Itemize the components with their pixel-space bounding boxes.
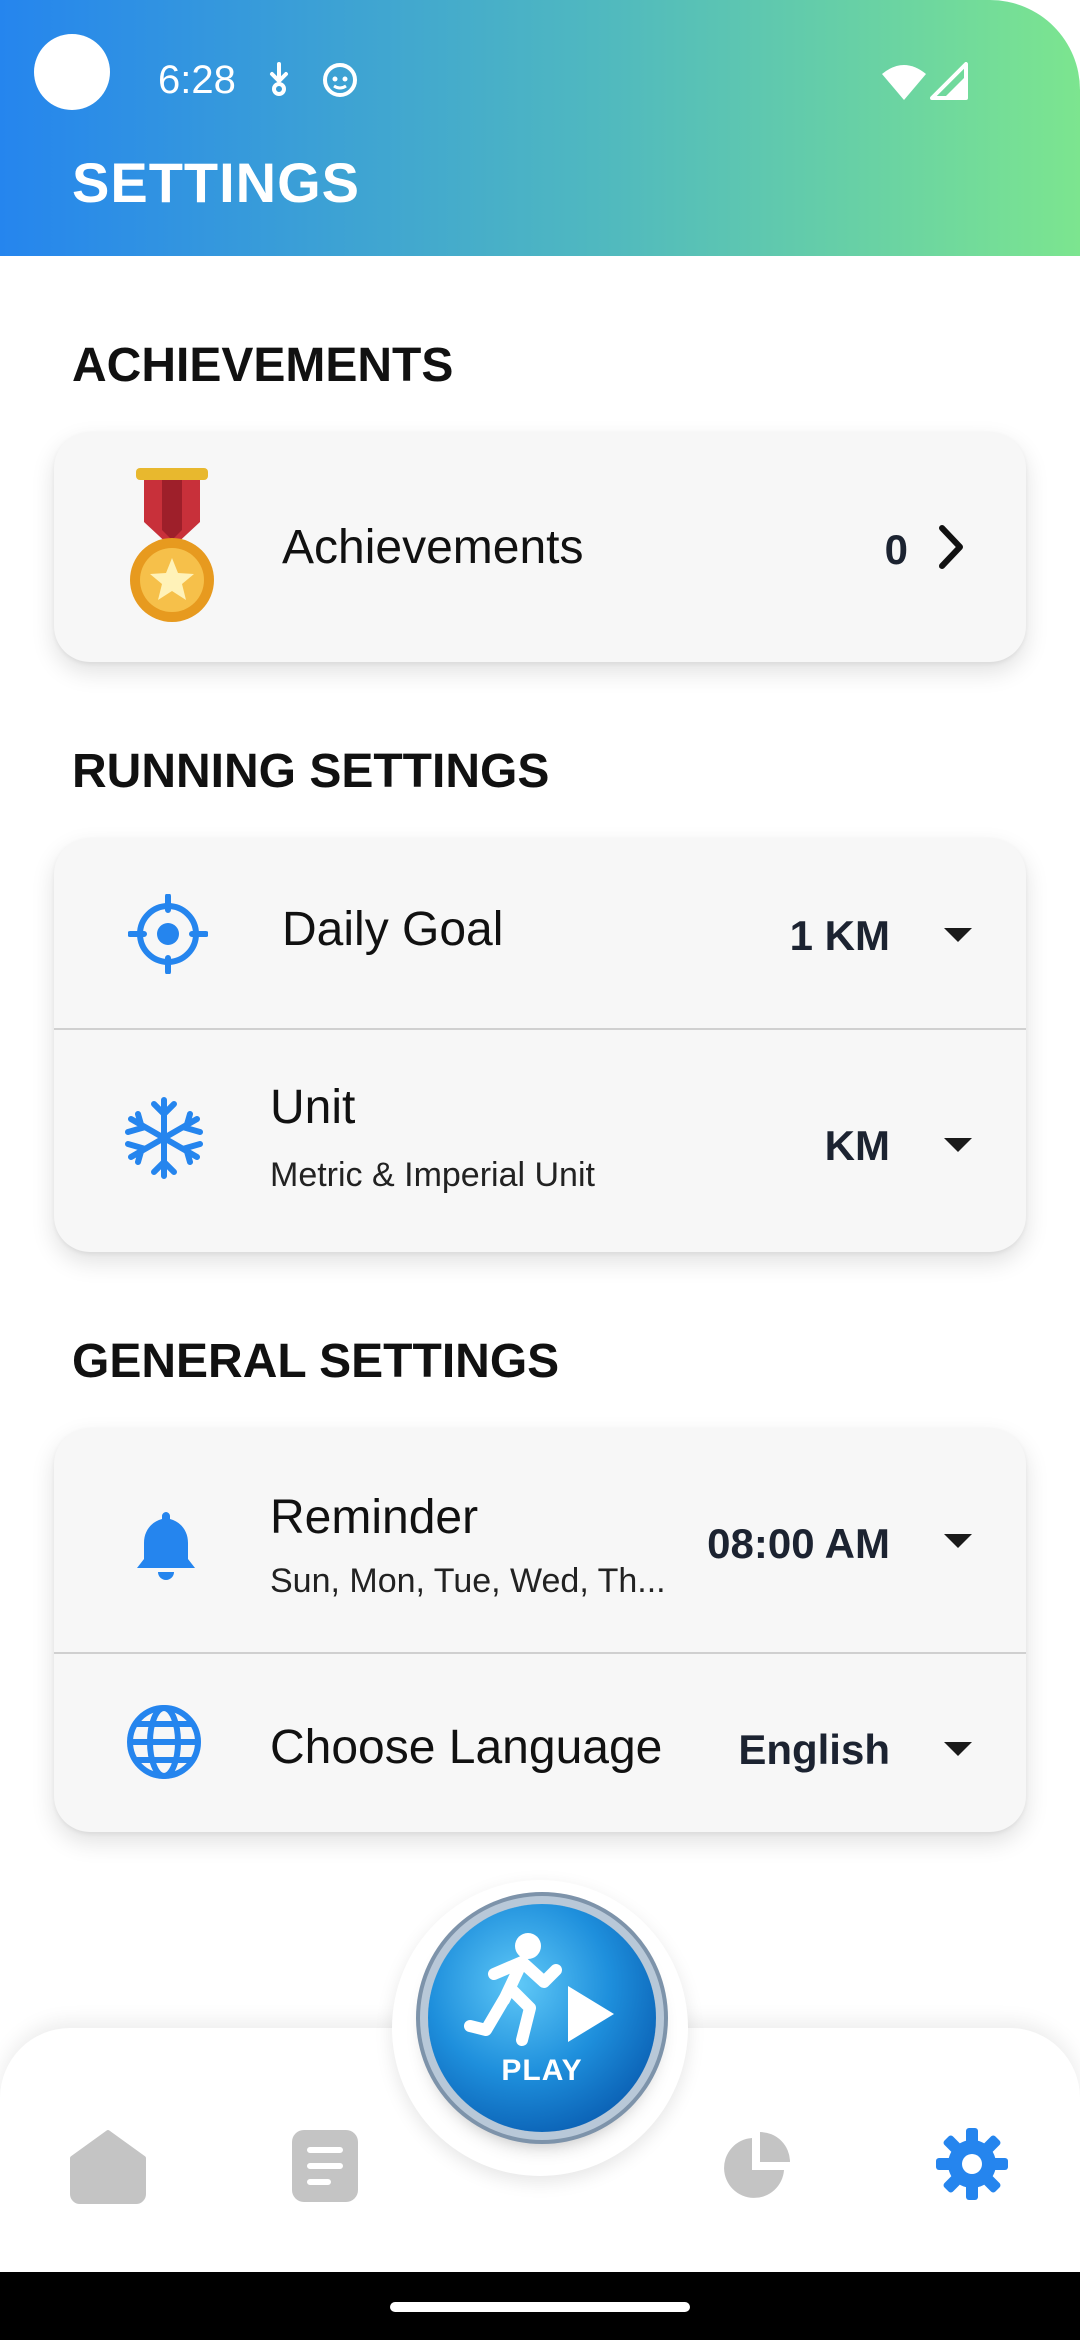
home-icon[interactable] xyxy=(70,2128,146,2204)
play-button[interactable]: PLAY xyxy=(428,1904,656,2132)
globe-icon xyxy=(127,1705,201,1779)
chevron-right-icon xyxy=(939,525,963,569)
unit-subtitle: Metric & Imperial Unit xyxy=(270,1156,595,1194)
download-status-icon xyxy=(270,62,288,96)
app-notification-icon xyxy=(323,63,357,97)
reminder-time: 08:00 AM xyxy=(707,1520,890,1567)
unit-value: KM xyxy=(824,1122,890,1169)
chevron-down-icon xyxy=(944,928,972,942)
gear-icon[interactable] xyxy=(936,2128,1008,2200)
pie-chart-icon[interactable] xyxy=(720,2130,792,2202)
achievements-card: Achievements 0 xyxy=(54,432,1026,662)
medal-icon xyxy=(130,468,214,622)
daily-goal-row[interactable]: Daily Goal 1 KM xyxy=(54,838,1026,1028)
running-settings-card: Daily Goal 1 KM Unit Metric & Imperial U… xyxy=(54,838,1026,1252)
document-icon[interactable] xyxy=(292,2130,358,2202)
play-label: PLAY xyxy=(501,2054,583,2087)
language-row[interactable]: Choose Language English xyxy=(54,1654,1026,1832)
unit-row[interactable]: Unit Metric & Imperial Unit KM xyxy=(54,1030,1026,1252)
bell-icon xyxy=(137,1512,195,1580)
camera-cutout xyxy=(34,34,110,110)
chevron-down-icon xyxy=(944,1138,972,1152)
home-gesture-handle[interactable] xyxy=(390,2302,690,2312)
daily-goal-label: Daily Goal xyxy=(282,903,504,956)
reminder-row[interactable]: Reminder Sun, Mon, Tue, Wed, Th... 08:00… xyxy=(54,1428,1026,1652)
snowflake-icon xyxy=(125,1097,203,1179)
header-bar: 6:28 SETTINGS xyxy=(0,0,1080,256)
reminder-label: Reminder xyxy=(270,1491,479,1544)
signal-icon xyxy=(930,62,968,100)
achievements-label: Achievements xyxy=(282,521,584,574)
language-value: English xyxy=(738,1726,890,1773)
achievements-row[interactable]: Achievements 0 xyxy=(54,432,1026,662)
general-settings-card: Reminder Sun, Mon, Tue, Wed, Th... 08:00… xyxy=(54,1428,1026,1832)
target-icon xyxy=(128,894,208,974)
chevron-down-icon xyxy=(944,1742,972,1756)
status-time: 6:28 xyxy=(158,58,236,102)
wifi-icon xyxy=(882,65,926,100)
section-title-achievements: ACHIEVEMENTS xyxy=(72,339,454,392)
reminder-days: Sun, Mon, Tue, Wed, Th... xyxy=(270,1562,666,1600)
daily-goal-value: 1 KM xyxy=(789,912,890,959)
achievements-count: 0 xyxy=(884,526,908,573)
section-title-running: RUNNING SETTINGS xyxy=(72,745,550,798)
language-label: Choose Language xyxy=(270,1721,663,1774)
section-title-general: GENERAL SETTINGS xyxy=(72,1335,560,1388)
page-title: SETTINGS xyxy=(72,151,361,214)
unit-label: Unit xyxy=(270,1081,356,1134)
chevron-down-icon xyxy=(944,1534,972,1548)
runner-icon xyxy=(464,1933,614,2046)
